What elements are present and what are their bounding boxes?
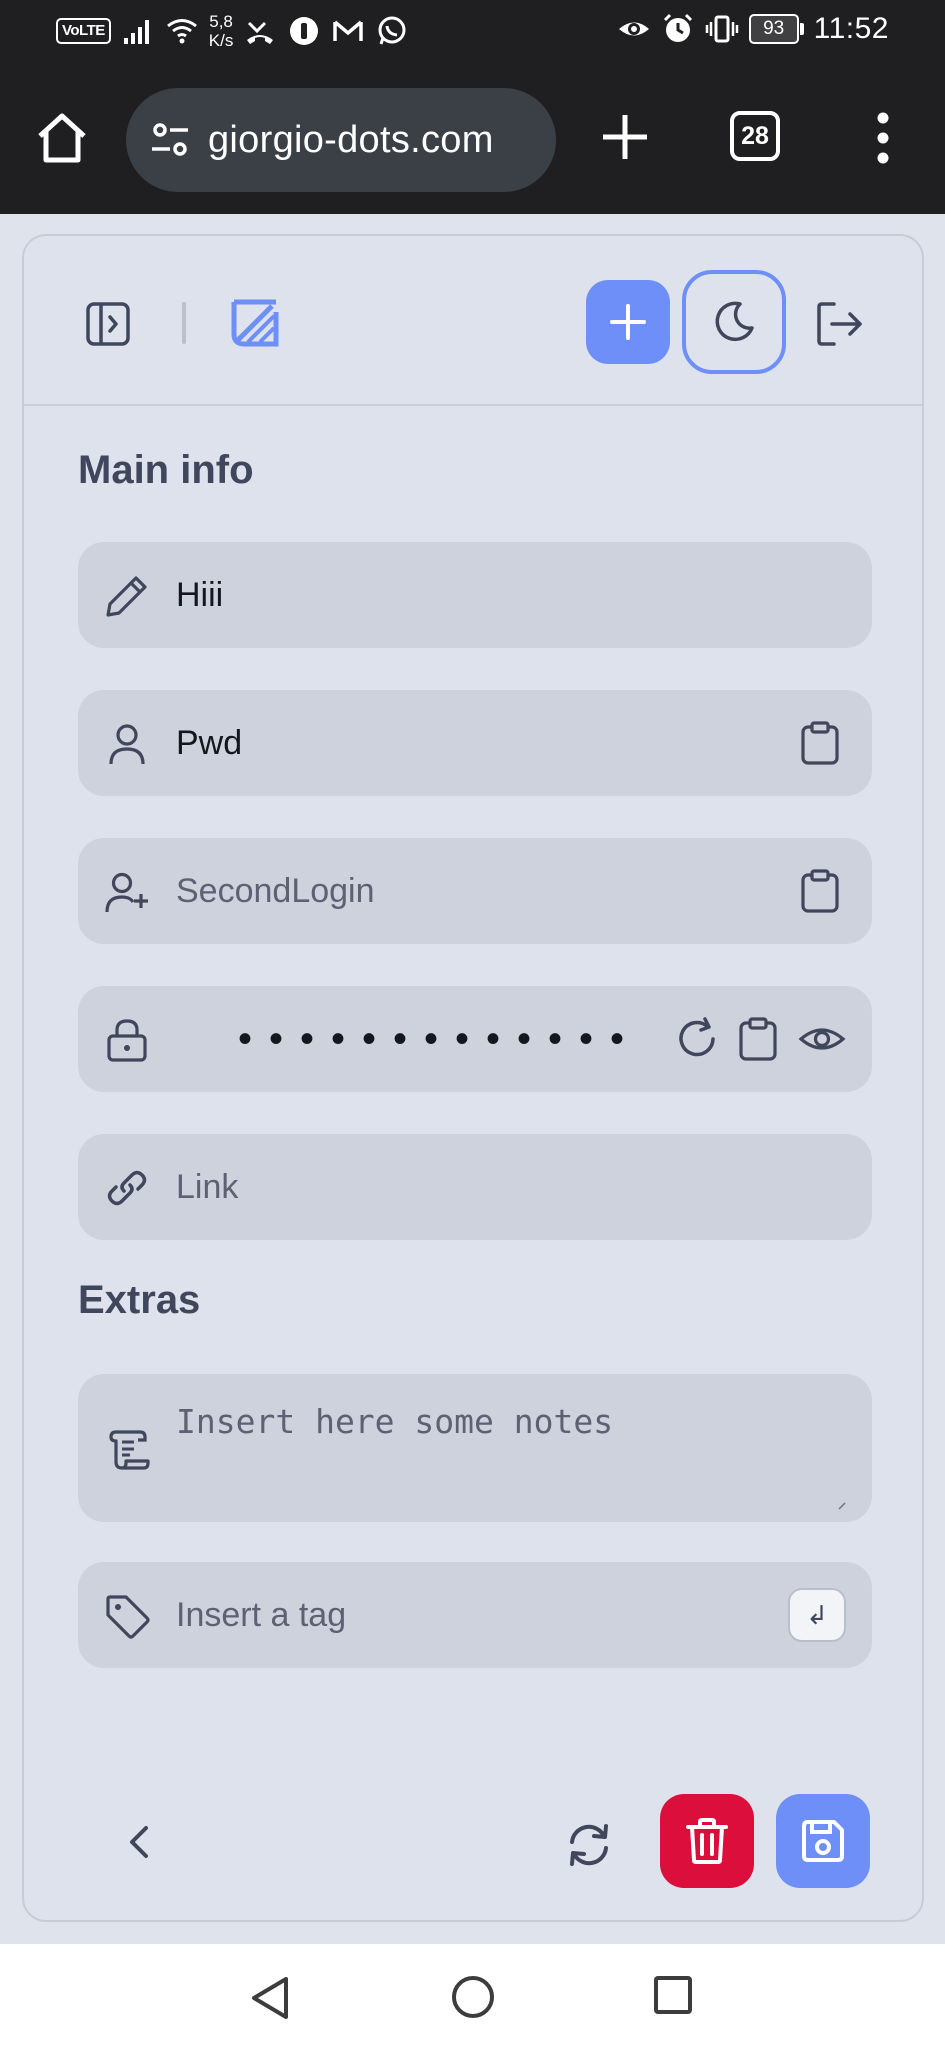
user-icon (109, 724, 145, 765)
second-login-field[interactable]: SecondLogin (78, 838, 872, 944)
missed-call-icon (247, 21, 274, 44)
tab-switcher-button[interactable]: 28 (730, 111, 780, 161)
save-button[interactable] (776, 1794, 870, 1888)
nav-back-icon[interactable] (248, 1974, 294, 2022)
notes-placeholder[interactable]: Insert here some notes (176, 1402, 613, 1441)
theme-toggle-button[interactable] (682, 270, 786, 374)
add-tag-enter-button[interactable]: ↲ (788, 1588, 846, 1642)
new-tab-icon[interactable] (596, 108, 654, 166)
eye-icon[interactable] (798, 1016, 846, 1062)
clipboard-icon[interactable] (798, 720, 842, 766)
site-settings-icon[interactable] (148, 118, 192, 162)
app-logo-icon[interactable] (230, 298, 280, 348)
link-placeholder[interactable]: Link (176, 1134, 238, 1240)
moon-icon (715, 301, 754, 342)
gmail-icon (333, 20, 364, 41)
delete-button[interactable] (660, 1794, 754, 1888)
logout-icon[interactable] (814, 298, 866, 350)
username-value[interactable]: Pwd (176, 690, 242, 796)
network-speed: 5,8 K/s (208, 12, 234, 50)
lock-icon (107, 1019, 147, 1062)
more-menu-icon[interactable] (860, 108, 906, 168)
status-bar: VoLTE 5,8 K/s 93 11:52 (0, 0, 945, 66)
link-field[interactable]: Link (78, 1134, 872, 1240)
username-field[interactable]: Pwd (78, 690, 872, 796)
notes-textarea[interactable]: Insert here some notes (78, 1374, 872, 1522)
signal-icon (123, 20, 149, 44)
address-bar[interactable]: giorgio-dots.com (126, 88, 556, 192)
name-value[interactable]: Hiii (176, 542, 223, 648)
battery-indicator: 93 (748, 14, 804, 44)
floppy-disk-icon (802, 1820, 844, 1862)
clipboard-icon[interactable] (736, 1016, 780, 1062)
link-icon (107, 1170, 147, 1206)
url-text[interactable]: giorgio-dots.com (208, 119, 494, 162)
volte-badge: VoLTE (56, 18, 111, 44)
vibrate-icon (705, 15, 738, 43)
sidebar-toggle-icon[interactable] (84, 300, 132, 348)
browser-toolbar: giorgio-dots.com 28 (0, 66, 945, 214)
card-header (24, 236, 922, 406)
password-field[interactable]: ••••••••••••• (78, 986, 872, 1092)
regenerate-icon[interactable] (674, 1016, 720, 1062)
whatsapp-icon (378, 16, 406, 45)
plus-icon (610, 304, 646, 340)
nav-recents-icon[interactable] (652, 1974, 694, 2016)
vpn-shield-icon (290, 17, 319, 45)
second-login-placeholder[interactable]: SecondLogin (176, 838, 375, 944)
clipboard-icon[interactable] (798, 868, 842, 914)
scroll-icon (109, 1430, 150, 1470)
tag-field[interactable]: Insert a tag ↲ (78, 1562, 872, 1668)
header-divider (182, 302, 186, 344)
eye-comfort-icon (618, 22, 649, 36)
status-clock: 11:52 (813, 12, 889, 45)
pencil-icon (106, 576, 147, 617)
trash-icon (686, 1818, 728, 1864)
system-nav-bar (0, 1944, 945, 2048)
wifi-icon (166, 19, 197, 44)
add-entry-button[interactable] (586, 280, 670, 364)
name-field[interactable]: Hiii (78, 542, 872, 648)
main-info-title: Main info (78, 448, 254, 492)
user-plus-icon (105, 872, 148, 913)
tag-placeholder[interactable]: Insert a tag (176, 1562, 346, 1668)
extras-title: Extras (78, 1278, 201, 1322)
password-mask[interactable]: ••••••••••••• (238, 1016, 641, 1062)
status-left: VoLTE 5,8 K/s (56, 12, 409, 50)
alarm-icon (663, 13, 692, 42)
home-icon[interactable] (34, 110, 90, 166)
sync-icon[interactable] (564, 1820, 614, 1870)
status-right: 93 11:52 (617, 12, 889, 46)
resize-handle-icon[interactable] (838, 1502, 846, 1510)
nav-home-icon[interactable] (450, 1974, 496, 2020)
web-content: Main info Hiii Pwd SecondLogin •••••••••… (0, 214, 945, 1944)
tag-icon (106, 1595, 150, 1639)
entry-card: Main info Hiii Pwd SecondLogin •••••••••… (22, 234, 924, 1922)
chevron-left-icon[interactable] (120, 1822, 160, 1862)
enter-key-icon: ↲ (806, 1599, 828, 1630)
